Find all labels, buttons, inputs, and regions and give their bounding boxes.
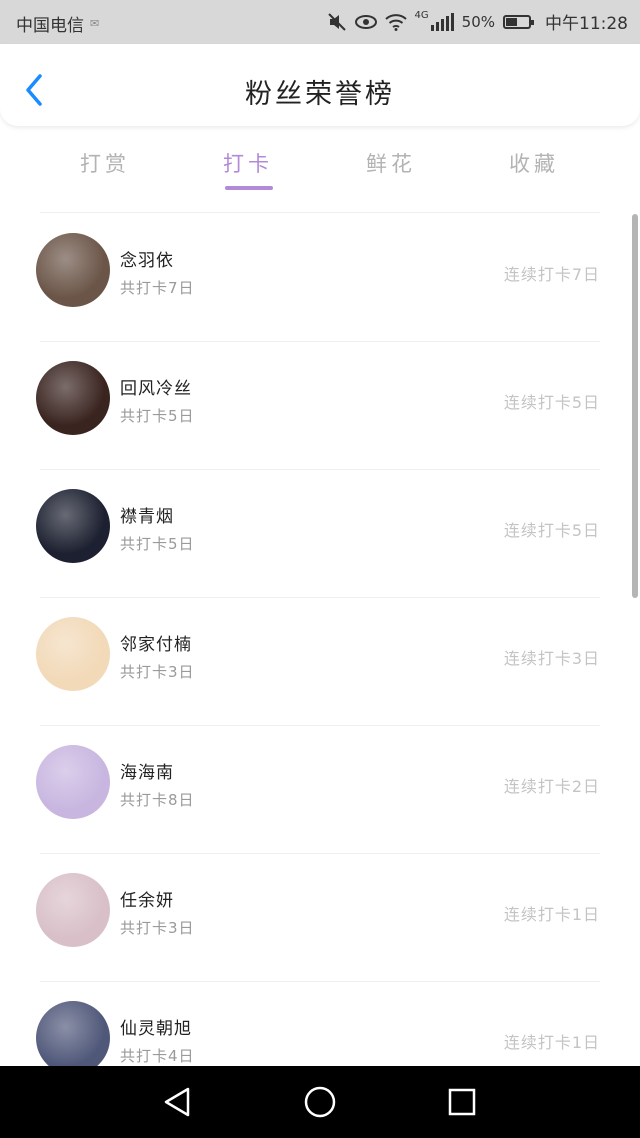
fan-name: 襟青烟 [120,507,174,527]
system-nav-bar [0,1066,640,1138]
streak-checkins: 连续打卡5日 [503,521,600,540]
status-right: 4G 50% 中午11:28 [327,9,628,34]
total-checkins: 共打卡5日 [120,407,195,425]
sim-icon: ✉ [90,17,100,30]
fan-name: 任余妍 [120,891,174,911]
list-item[interactable]: 念羽依 共打卡7日 连续打卡7日 [0,214,640,342]
avatar[interactable] [36,361,110,435]
total-checkins: 共打卡5日 [120,535,195,553]
battery-icon [503,14,534,29]
active-tab-indicator [225,186,273,190]
tab-favorites[interactable]: 收藏 [474,148,594,178]
list-item[interactable]: 仙灵朝旭 共打卡4日 连续打卡1日 [0,982,640,1066]
fan-name: 邻家付楠 [120,635,192,655]
triangle-back-icon [164,1087,190,1117]
avatar[interactable] [36,617,110,691]
battery-percent: 50% [461,12,495,31]
mute-icon [327,12,346,31]
carrier-name: 中国电信 [16,16,84,36]
fan-name: 海海南 [120,763,174,783]
eye-icon [354,14,377,29]
fan-name: 回风冷丝 [120,379,192,399]
list-item[interactable]: 襟青烟 共打卡5日 连续打卡5日 [0,470,640,598]
fan-list[interactable]: 念羽依 共打卡7日 连续打卡7日 回风冷丝 共打卡5日 连续打卡5日 襟青烟 共… [0,214,640,1066]
fan-name: 仙灵朝旭 [120,1019,192,1039]
streak-checkins: 连续打卡1日 [503,905,600,924]
tab-label: 打卡 [223,152,273,176]
tab-checkin[interactable]: 打卡 [188,148,308,190]
streak-checkins: 连续打卡7日 [503,265,600,284]
total-checkins: 共打卡8日 [120,791,195,809]
status-left: 中国电信 ✉ [16,11,99,36]
tab-tip[interactable]: 打赏 [45,148,165,178]
tab-label: 收藏 [509,152,559,176]
list-item[interactable]: 海海南 共打卡8日 连续打卡2日 [0,726,640,854]
list-item[interactable]: 回风冷丝 共打卡5日 连续打卡5日 [0,342,640,470]
wifi-icon [384,13,407,31]
network-type: 4G [414,10,429,21]
avatar[interactable] [36,233,110,307]
signal-icon [430,12,454,31]
total-checkins: 共打卡3日 [120,663,195,681]
square-recents-icon [448,1088,476,1116]
tab-bar: 打赏 打卡 鲜花 收藏 [0,140,640,196]
divider [40,212,600,213]
tab-flowers[interactable]: 鲜花 [331,148,451,178]
total-checkins: 共打卡3日 [120,919,195,937]
list-item[interactable]: 任余妍 共打卡3日 连续打卡1日 [0,854,640,982]
avatar[interactable] [36,873,110,947]
total-checkins: 共打卡4日 [120,1047,195,1065]
scrollbar[interactable] [632,214,638,598]
total-checkins: 共打卡7日 [120,279,195,297]
page-title: 粉丝荣誉榜 [245,79,395,110]
clock: 中午11:28 [545,14,628,34]
status-bar: 中国电信 ✉ 4G 50% 中午11:28 [0,0,640,44]
avatar[interactable] [36,489,110,563]
streak-checkins: 连续打卡1日 [503,1033,600,1052]
avatar[interactable] [36,745,110,819]
tab-label: 打赏 [80,152,130,176]
list-item[interactable]: 邻家付楠 共打卡3日 连续打卡3日 [0,598,640,726]
avatar[interactable] [36,1001,110,1066]
nav-home-button[interactable] [302,1084,338,1120]
app-header: 粉丝荣誉榜 [0,44,640,126]
streak-checkins: 连续打卡5日 [503,393,600,412]
circle-home-icon [304,1086,336,1118]
nav-back-button[interactable] [160,1084,196,1120]
nav-recents-button[interactable] [444,1084,480,1120]
streak-checkins: 连续打卡3日 [503,649,600,668]
fan-name: 念羽依 [120,251,174,271]
streak-checkins: 连续打卡2日 [503,777,600,796]
tab-label: 鲜花 [366,152,416,176]
